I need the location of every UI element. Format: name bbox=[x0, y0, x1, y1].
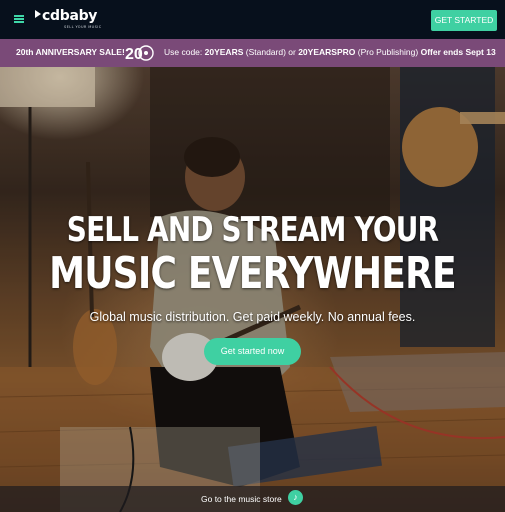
get-started-now-button[interactable]: Get started now bbox=[204, 338, 301, 365]
hero-subheadline: Global music distribution. Get paid week… bbox=[89, 310, 416, 324]
get-started-button[interactable]: GET STARTED bbox=[431, 10, 497, 31]
hamburger-icon[interactable] bbox=[14, 15, 24, 23]
hero-headline: SELL AND STREAM YOUR MUSIC EVERYWHERE bbox=[0, 210, 505, 298]
headline-line-1: SELL AND STREAM YOUR bbox=[66, 210, 439, 250]
music-note-icon[interactable]: ♪ bbox=[288, 490, 303, 505]
top-nav: cdbaby SELL YOUR MUSIC GET STARTED bbox=[0, 0, 505, 39]
headline-line-2: MUSIC EVERYWHERE bbox=[49, 248, 457, 299]
promo-banner[interactable]: 20th ANNIVERSARY SALE! 20 Use code: 20YE… bbox=[0, 39, 505, 67]
logo-text: cdbaby bbox=[42, 8, 98, 24]
logo-tagline: SELL YOUR MUSIC bbox=[64, 25, 102, 29]
music-store-link[interactable]: Go to the music store bbox=[201, 494, 282, 504]
anniversary-20-badge: 20 bbox=[125, 45, 154, 63]
music-store-bar[interactable]: Go to the music store ♪ bbox=[0, 486, 505, 512]
cdbaby-logo[interactable]: cdbaby bbox=[35, 9, 97, 23]
promo-title: 20th ANNIVERSARY SALE! bbox=[16, 47, 125, 57]
promo-code-text: Use code: 20YEARS (Standard) or 20YEARSP… bbox=[164, 47, 496, 57]
play-triangle-icon bbox=[35, 10, 41, 18]
hero-section: SELL AND STREAM YOUR MUSIC EVERYWHERE Gl… bbox=[0, 67, 505, 512]
